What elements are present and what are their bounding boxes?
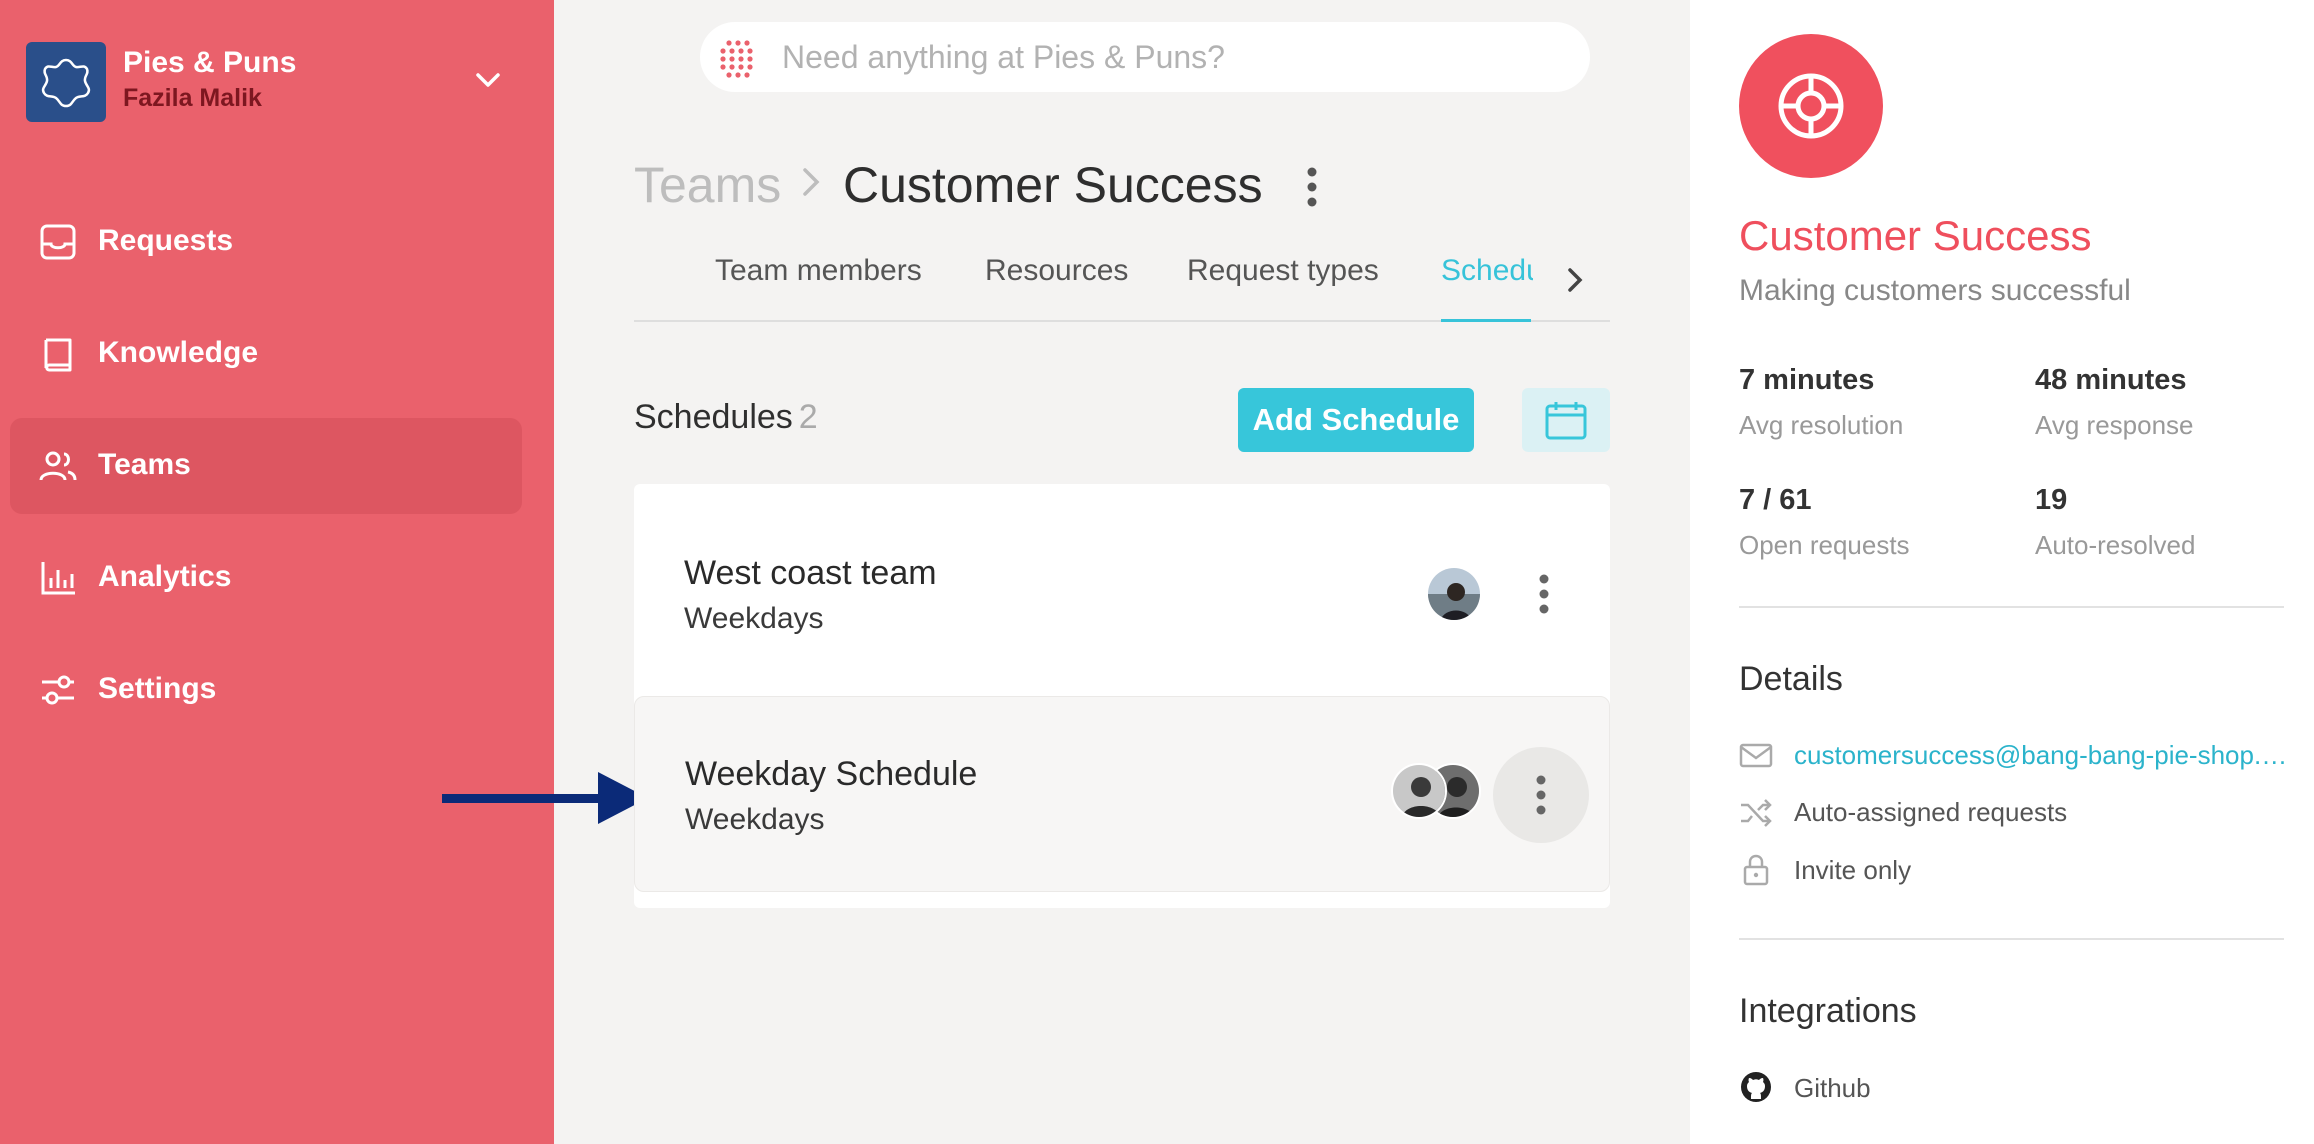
tab-resources[interactable]: Resources xyxy=(985,254,1128,288)
mail-icon xyxy=(1739,743,1773,768)
nav-label: Knowledge xyxy=(98,336,259,369)
lock-icon xyxy=(1743,854,1769,886)
tab-schedules[interactable]: Schedules xyxy=(1441,254,1533,288)
divider xyxy=(1739,938,2284,940)
integrations-heading: Integrations xyxy=(1739,992,1917,1030)
tab-team-members[interactable]: Team members xyxy=(715,254,922,288)
schedule-days: Weekdays xyxy=(684,602,824,635)
team-description: Making customers successful xyxy=(1739,274,2131,307)
schedule-days: Weekdays xyxy=(685,803,825,836)
dots-grid-icon xyxy=(720,40,753,78)
schedules-title: Schedules xyxy=(634,398,793,436)
team-name: Customer Success xyxy=(1739,212,2092,259)
stat-label: Avg response xyxy=(2035,410,2194,440)
stat-value: 7 minutes xyxy=(1739,364,1875,396)
breadcrumb-root[interactable]: Teams xyxy=(634,156,781,214)
chevron-right-icon[interactable] xyxy=(1560,262,1590,298)
tab-bar: Team members Resources Request types Sch… xyxy=(634,240,1610,322)
nav-item-teams[interactable]: Teams xyxy=(10,418,522,514)
page-title: Customer Success xyxy=(843,157,1263,213)
details-heading: Details xyxy=(1739,660,1843,698)
stat-label: Auto-resolved xyxy=(2035,530,2196,560)
stat-label: Open requests xyxy=(1739,530,1910,560)
sliders-icon xyxy=(42,675,74,705)
stat-value: 48 minutes xyxy=(2035,364,2187,396)
nav-item-settings[interactable]: Settings xyxy=(10,642,522,738)
more-vertical-icon xyxy=(1536,775,1546,815)
chevron-down-icon[interactable] xyxy=(470,62,506,98)
org-logo xyxy=(26,42,106,122)
list-item[interactable]: West coast team Weekdays xyxy=(634,484,1610,694)
schedules-count: 2 xyxy=(798,398,818,436)
nav-label: Settings xyxy=(98,672,217,705)
schedule-list: West coast team Weekdays Weekday Schedul… xyxy=(634,484,1610,908)
bar-chart-icon xyxy=(41,562,75,595)
search-bar[interactable] xyxy=(700,22,1590,92)
integration-github[interactable]: Github xyxy=(1794,1073,1871,1104)
schedules-heading: Schedules 2 xyxy=(634,398,818,437)
nav-item-knowledge[interactable]: Knowledge xyxy=(10,306,522,402)
row-menu-button[interactable] xyxy=(1493,747,1589,843)
nav-label: Teams xyxy=(98,448,191,481)
team-email-link[interactable]: customersuccess@bang-bang-pie-shop.com xyxy=(1794,740,2294,771)
nav-label: Requests xyxy=(98,224,234,257)
sidebar: Pies & Puns Fazila Malik Requests Knowle… xyxy=(0,0,554,1144)
divider xyxy=(1739,606,2284,608)
calendar-icon xyxy=(1545,402,1587,440)
tab-request-types[interactable]: Request types xyxy=(1187,254,1379,288)
avatar xyxy=(1391,763,1447,819)
stat-value: 7 / 61 xyxy=(1739,484,1812,516)
more-vertical-icon[interactable] xyxy=(1302,165,1322,209)
flower-logo-icon xyxy=(41,58,91,108)
users-icon xyxy=(39,451,77,481)
org-user-name: Fazila Malik xyxy=(123,84,262,112)
team-details-panel: Customer Success Making customers succes… xyxy=(1690,0,2314,1144)
team-avatar xyxy=(1739,34,1883,178)
more-vertical-icon xyxy=(1539,574,1549,614)
list-item[interactable]: Weekday Schedule Weekdays xyxy=(634,696,1610,892)
nav-label: Analytics xyxy=(98,560,232,593)
add-schedule-button[interactable]: Add Schedule xyxy=(1238,388,1474,452)
book-icon xyxy=(44,338,72,372)
nav-item-requests[interactable]: Requests xyxy=(10,194,522,290)
calendar-view-button[interactable] xyxy=(1522,388,1610,452)
annotation-arrow-icon xyxy=(442,772,648,824)
inbox-icon xyxy=(40,224,76,260)
row-menu-button[interactable] xyxy=(1496,546,1592,642)
active-tab-indicator xyxy=(1441,319,1531,322)
shuffle-icon xyxy=(1741,799,1772,827)
assignment-mode: Auto-assigned requests xyxy=(1794,797,2068,827)
github-icon xyxy=(1741,1072,1771,1102)
chevron-right-icon xyxy=(803,168,820,196)
stat-value: 19 xyxy=(2035,484,2068,516)
stat-label: Avg resolution xyxy=(1739,410,1904,440)
privacy-status: Invite only xyxy=(1794,855,1912,885)
schedule-name: Weekday Schedule xyxy=(685,755,978,793)
schedule-name: West coast team xyxy=(684,554,937,592)
avatar xyxy=(1426,566,1482,622)
lifebuoy-icon xyxy=(1778,73,1844,139)
org-name: Pies & Puns xyxy=(123,46,297,79)
org-switcher[interactable]: Pies & Puns Fazila Malik xyxy=(26,42,546,122)
nav-item-analytics[interactable]: Analytics xyxy=(10,530,522,626)
search-input[interactable] xyxy=(782,32,1562,82)
